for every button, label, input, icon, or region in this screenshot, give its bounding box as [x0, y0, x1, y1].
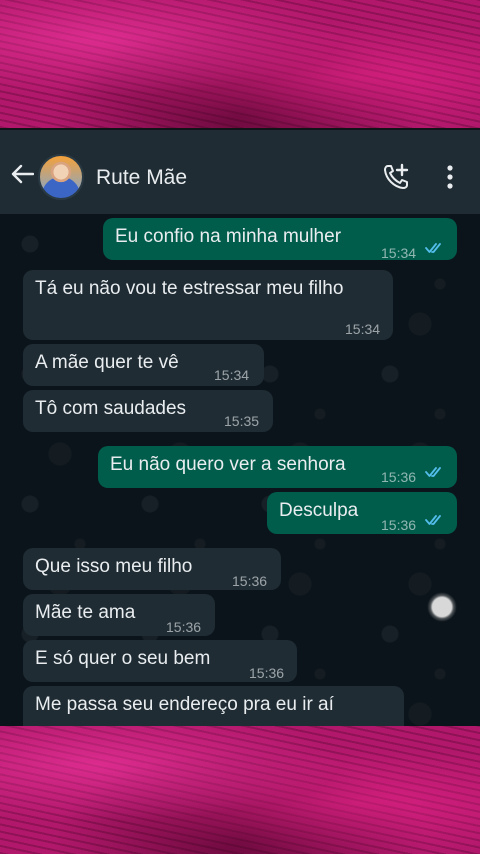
floating-touch-indicator[interactable] [427, 592, 457, 622]
message-incoming[interactable]: Tô com saudades 15:35 [23, 390, 273, 432]
more-vertical-icon[interactable] [444, 164, 456, 190]
message-incoming[interactable]: E só quer o seu bem 15:36 [23, 640, 297, 682]
message-text: Tô com saudades [35, 398, 187, 419]
contact-name[interactable]: Rute Mãe [96, 166, 187, 190]
message-time: 15:35 [224, 413, 260, 429]
avatar[interactable] [38, 154, 84, 200]
message-text: Mãe te ama [35, 602, 136, 623]
message-time: 15:36 [166, 619, 202, 635]
message-list[interactable]: Eu confio na minha mulher 15:34 Tá eu nã… [0, 214, 480, 726]
message-text: E só quer o seu bem [35, 648, 211, 669]
message-text: A mãe quer te vê [35, 352, 179, 373]
message-incoming[interactable]: Tá eu não vou te estressar meu filho 15:… [23, 270, 393, 340]
message-text: Desculpa [279, 500, 359, 521]
message-text: Eu não quero ver a senhora [110, 454, 346, 475]
message-time: 15:36 [249, 665, 285, 681]
message-text: Tá eu não vou te estressar meu filho [35, 278, 344, 299]
message-text: Que isso meu filho [35, 556, 193, 577]
arrow-left-icon[interactable] [10, 164, 34, 184]
double-check-icon [425, 243, 441, 253]
message-time: 15:36 [381, 517, 417, 533]
message-outgoing[interactable]: Eu confio na minha mulher 15:34 [103, 218, 457, 261]
message-time: 15:36 [232, 573, 268, 589]
message-outgoing[interactable]: Eu não quero ver a senhora 15:36 [98, 446, 457, 488]
message-time: 15:34 [345, 321, 381, 337]
message-incoming[interactable]: Que isso meu filho 15:36 [23, 548, 281, 590]
message-incoming[interactable]: Me passa seu endereço pra eu ir aí [23, 686, 404, 726]
message-time: 15:36 [381, 469, 417, 485]
background-texture-top [0, 0, 480, 128]
message-incoming[interactable]: Mãe te ama 15:36 [23, 594, 215, 636]
message-time: 15:34 [214, 367, 250, 383]
double-check-icon [425, 515, 441, 525]
add-call-icon[interactable] [382, 163, 410, 191]
message-text: Me passa seu endereço pra eu ir aí [35, 694, 334, 715]
double-check-icon [425, 467, 441, 477]
whatsapp-screen: Rute Mãe Eu confio na minha mulher 15:34… [0, 128, 480, 726]
background-texture-bottom [0, 726, 480, 854]
message-outgoing[interactable]: Desculpa 15:36 [267, 492, 457, 534]
message-text: Eu confio na minha mulher [115, 226, 342, 247]
chat-header: Rute Mãe [0, 128, 480, 214]
message-incoming[interactable]: A mãe quer te vê 15:34 [23, 344, 264, 386]
message-time: 15:34 [381, 245, 417, 261]
